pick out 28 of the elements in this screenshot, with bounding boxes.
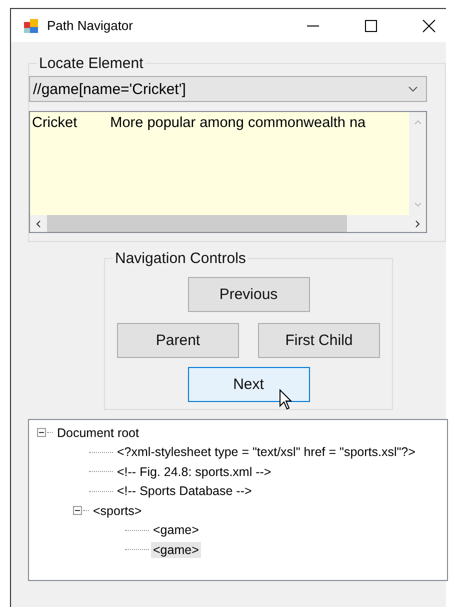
tree-node[interactable]: <game> <box>151 542 201 558</box>
previous-button[interactable]: Previous <box>188 277 310 312</box>
group-label: Locate Element <box>38 55 144 72</box>
tree-node[interactable]: Document root <box>55 424 141 441</box>
tree-view[interactable]: Document root <?xml-stylesheet type = "text/xsl" href = "sports.xsl"?> <!-- Fig. 24.8: sports.xml --> <!-- Sports Database --> <sports> <game> <game> <box>28 419 448 581</box>
tree-node[interactable]: <!-- Fig. 24.8: sports.xml --> <box>115 464 274 480</box>
first-child-button[interactable]: First Child <box>258 323 380 358</box>
mouse-pointer-icon <box>279 389 293 411</box>
scroll-left-icon[interactable] <box>36 220 41 228</box>
scroll-right-icon[interactable] <box>415 220 420 228</box>
tree-node[interactable]: <!-- Sports Database --> <box>115 483 254 500</box>
parent-button[interactable]: Parent <box>117 323 239 358</box>
app-icon <box>23 18 39 34</box>
tree-node[interactable]: <sports> <box>91 502 144 519</box>
collapse-icon[interactable] <box>37 428 46 438</box>
xpath-combo-box[interactable]: //game[name='Cricket'] <box>29 76 427 102</box>
result-text: Cricket <box>32 115 78 133</box>
collapse-icon[interactable] <box>73 506 82 516</box>
maximize-icon[interactable] <box>364 18 378 32</box>
tree-node[interactable]: <game> <box>151 522 201 538</box>
window-title: Path Navigator <box>47 18 133 33</box>
next-button[interactable]: Next <box>188 367 310 402</box>
horizontal-scrollbar[interactable] <box>30 215 426 232</box>
group-label: Navigation Controls <box>114 250 247 267</box>
result-text: More popular among commonwealth na <box>110 115 366 133</box>
close-icon[interactable] <box>422 18 436 32</box>
result-text-box[interactable]: Cricket More popular among commonwealth na <box>29 111 427 233</box>
tree-node[interactable]: <?xml-stylesheet type = "text/xsl" href = "sports.xsl"?> <box>115 444 418 460</box>
